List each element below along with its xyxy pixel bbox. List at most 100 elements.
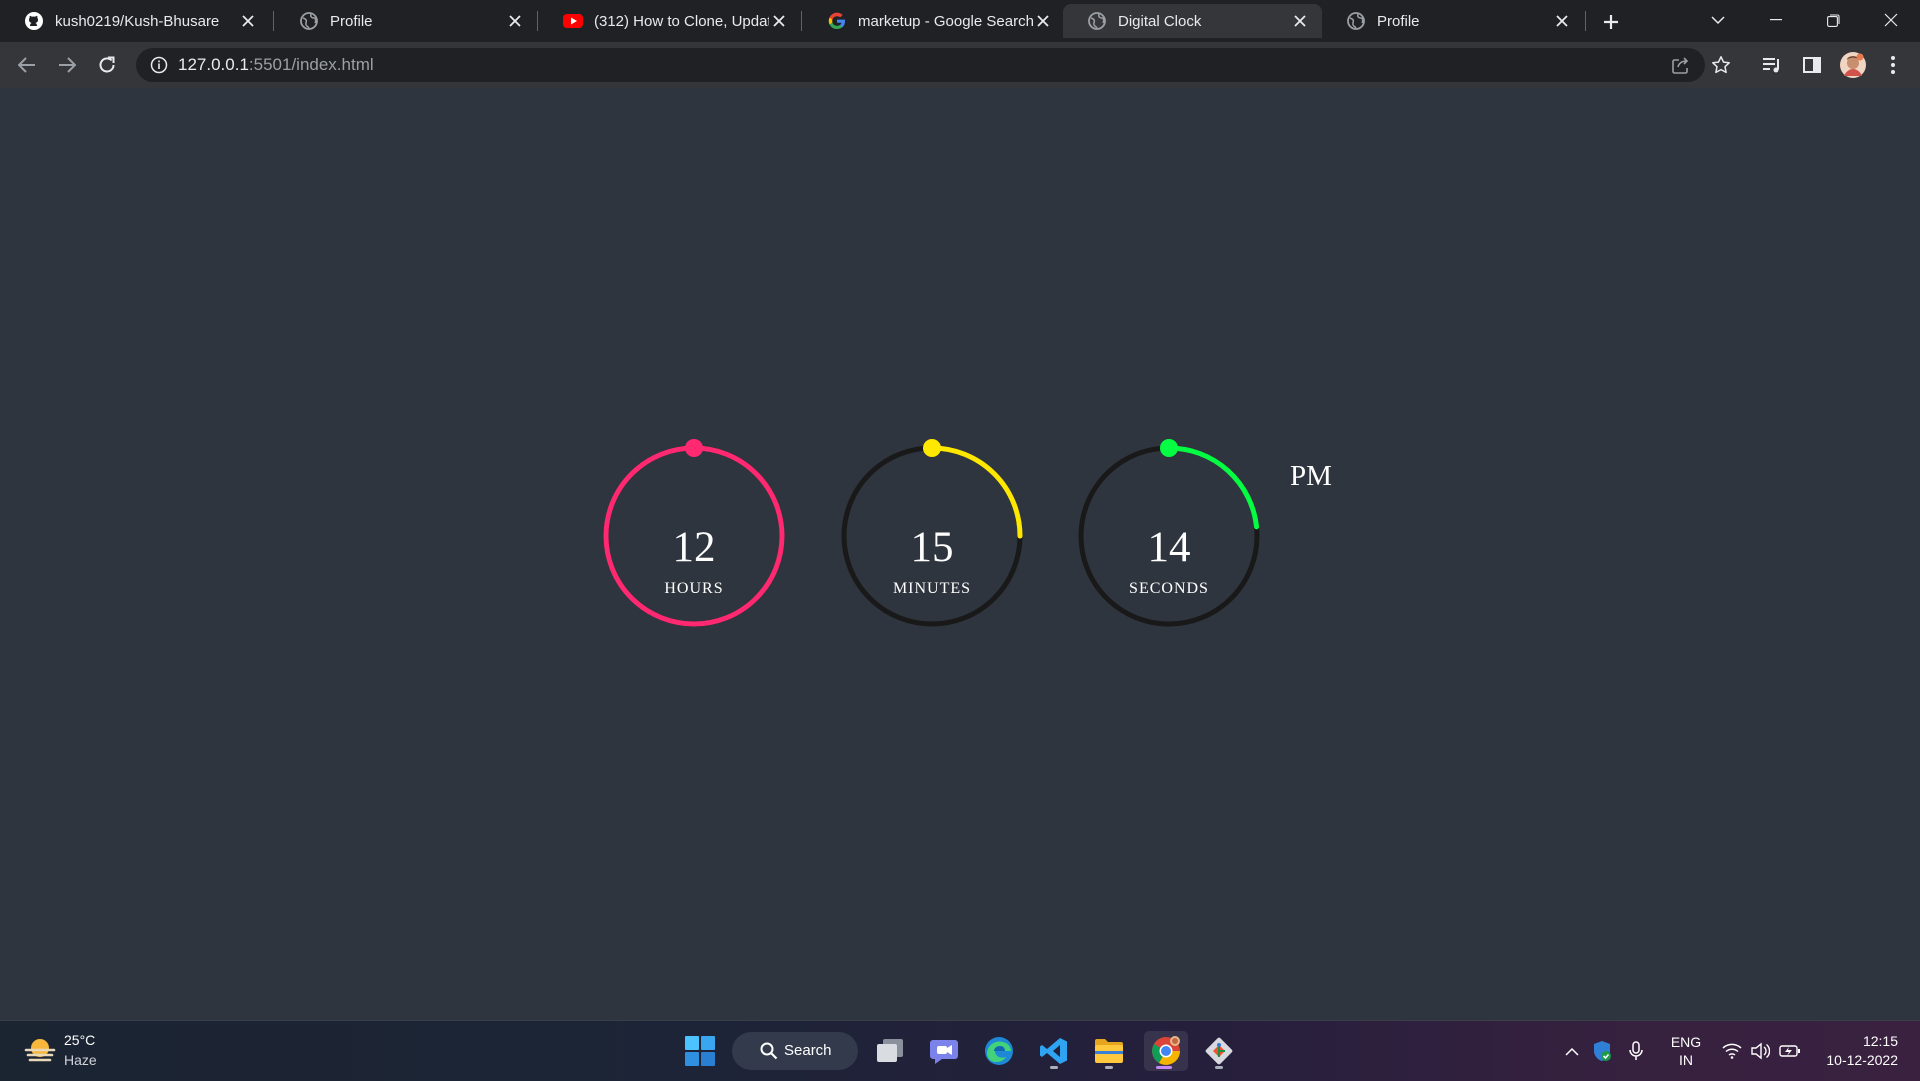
taskbar-date: 10-12-2022 xyxy=(1826,1052,1898,1068)
seconds-dial: 14 SECONDS xyxy=(1077,439,1261,628)
tab-title: Profile xyxy=(1377,12,1420,30)
running-indicator xyxy=(1105,1066,1113,1069)
digital-clock: 12 HOURS 15 MINUTES 14 SECONDS xyxy=(602,439,1362,664)
browser-toolbar: 127.0.0.1:5501/index.html xyxy=(0,42,1920,89)
battery-charging-icon xyxy=(1779,1045,1800,1057)
tab-github[interactable]: kush0219/Kush-Bhusare xyxy=(0,4,270,38)
avatar xyxy=(1840,52,1866,78)
language-indicator[interactable]: ENG IN xyxy=(1668,1033,1704,1069)
share-button[interactable] xyxy=(1669,53,1693,77)
volume-tray-button[interactable] xyxy=(1748,1039,1772,1063)
wifi-icon xyxy=(1722,1043,1742,1059)
hours-value: 12 xyxy=(672,524,716,571)
taskbar-task-view[interactable] xyxy=(870,1031,910,1071)
search-icon xyxy=(760,1042,778,1060)
info-icon[interactable] xyxy=(150,56,168,74)
tab-digital-clock[interactable]: Digital Clock xyxy=(1063,4,1322,38)
forward-button[interactable] xyxy=(52,50,82,80)
tab-title: Digital Clock xyxy=(1118,12,1202,30)
shield-icon xyxy=(1594,1041,1611,1061)
security-tray-button[interactable] xyxy=(1590,1039,1614,1063)
tab-profile[interactable]: Profile xyxy=(275,4,537,38)
reload-icon xyxy=(99,56,115,73)
taskbar-chrome[interactable] xyxy=(1144,1031,1188,1071)
globe-icon xyxy=(1088,12,1106,30)
back-button[interactable] xyxy=(12,50,42,80)
chevron-up-icon xyxy=(1565,1047,1579,1056)
chrome-icon xyxy=(1152,1036,1180,1065)
tab-search-button[interactable] xyxy=(1690,0,1746,40)
minimize-button[interactable] xyxy=(1748,0,1804,40)
more-vertical-icon xyxy=(1891,56,1895,74)
media-control-button[interactable] xyxy=(1757,50,1787,80)
taskbar-git[interactable] xyxy=(1199,1031,1239,1071)
tab-separator xyxy=(273,11,274,31)
hours-indicator-dot xyxy=(685,439,703,457)
battery-tray-button[interactable] xyxy=(1778,1039,1802,1063)
region-code: IN xyxy=(1679,1052,1693,1068)
taskbar-teams-chat[interactable] xyxy=(924,1031,964,1071)
address-bar[interactable]: 127.0.0.1:5501/index.html xyxy=(136,48,1730,82)
vscode-icon xyxy=(1040,1038,1067,1064)
taskbar-clock[interactable]: 12:15 10-12-2022 xyxy=(1812,1032,1898,1070)
taskbar-file-explorer[interactable] xyxy=(1089,1031,1129,1071)
close-window-button[interactable] xyxy=(1863,0,1919,40)
taskbar-edge[interactable] xyxy=(979,1031,1019,1071)
google-icon xyxy=(828,12,845,30)
star-icon xyxy=(1712,56,1730,74)
url-text[interactable]: 127.0.0.1:5501/index.html xyxy=(178,55,374,75)
minutes-label: MINUTES xyxy=(892,580,972,597)
show-hidden-icons-button[interactable] xyxy=(1560,1039,1584,1063)
restore-button[interactable] xyxy=(1805,0,1861,40)
close-tab-icon[interactable] xyxy=(1290,11,1310,31)
ampm-indicator: PM xyxy=(1290,460,1332,492)
arrow-right-icon xyxy=(59,57,76,73)
close-tab-icon[interactable] xyxy=(505,11,525,31)
close-tab-icon[interactable] xyxy=(1552,11,1572,31)
active-indicator xyxy=(1156,1066,1172,1069)
taskbar-time: 12:15 xyxy=(1862,1033,1898,1049)
new-tab-button[interactable] xyxy=(1597,9,1625,35)
tab-title: Profile xyxy=(330,12,373,30)
language-code: ENG xyxy=(1670,1034,1702,1050)
taskbar-search-button[interactable]: Search xyxy=(732,1032,858,1070)
chevron-down-icon xyxy=(1711,15,1725,24)
bookmark-button[interactable] xyxy=(1709,53,1733,77)
seconds-value: 14 xyxy=(1147,524,1191,571)
wifi-tray-button[interactable] xyxy=(1720,1039,1744,1063)
side-panel-button[interactable] xyxy=(1797,50,1827,80)
playlist-icon xyxy=(1763,58,1779,73)
weather-widget[interactable]: 25°C Haze xyxy=(22,1030,142,1074)
hours-label: HOURS xyxy=(664,580,724,597)
url-path: :5501/index.html xyxy=(248,55,374,74)
windows-start-button[interactable] xyxy=(685,1036,715,1066)
tab-profile-2[interactable]: Profile xyxy=(1322,4,1584,38)
tab-separator xyxy=(1585,11,1586,31)
minutes-value: 15 xyxy=(910,524,954,571)
teams-chat-icon xyxy=(930,1040,958,1064)
tab-separator xyxy=(801,11,802,31)
github-icon xyxy=(25,12,43,30)
profile-avatar-button[interactable] xyxy=(1838,50,1868,80)
microphone-icon xyxy=(1629,1041,1643,1060)
folder-icon xyxy=(1095,1039,1123,1063)
edge-icon xyxy=(985,1037,1013,1065)
haze-sun-icon xyxy=(24,1039,56,1062)
git-icon xyxy=(1205,1037,1233,1065)
close-tab-icon[interactable] xyxy=(238,11,258,31)
seconds-label: SECONDS xyxy=(1129,580,1209,597)
minutes-indicator-dot xyxy=(923,439,941,457)
chrome-menu-button[interactable] xyxy=(1878,50,1908,80)
tab-youtube[interactable]: (312) How to Clone, Update xyxy=(539,4,801,38)
taskbar-vscode[interactable] xyxy=(1034,1031,1074,1071)
url-host: 127.0.0.1 xyxy=(178,55,249,74)
tab-google-search[interactable]: marketup - Google Search xyxy=(803,4,1065,38)
close-tab-icon[interactable] xyxy=(1033,11,1053,31)
speaker-icon xyxy=(1751,1042,1770,1060)
tab-title: (312) How to Clone, Update xyxy=(594,12,769,30)
minimize-icon xyxy=(1770,19,1782,21)
close-tab-icon[interactable] xyxy=(769,11,789,31)
arrow-left-icon xyxy=(18,57,35,73)
microphone-tray-button[interactable] xyxy=(1624,1039,1648,1063)
reload-button[interactable] xyxy=(92,50,122,80)
